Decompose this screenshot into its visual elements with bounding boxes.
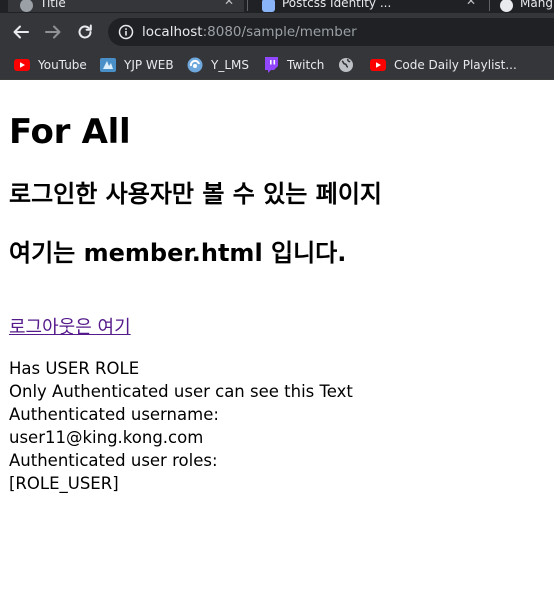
roles-label: Authenticated user roles: bbox=[9, 451, 218, 470]
bookmark-label: Y_LMS bbox=[211, 58, 249, 72]
globe-icon bbox=[338, 57, 354, 73]
site-info-icon[interactable] bbox=[118, 24, 134, 44]
tab-active[interactable]: Title ✕ bbox=[8, 0, 244, 12]
page-favicon-icon bbox=[500, 0, 513, 12]
bookmark-twitch[interactable]: Twitch bbox=[263, 56, 324, 74]
forward-button[interactable] bbox=[41, 21, 65, 43]
page-subheading-login-only: 로그인한 사용자만 볼 수 있는 페이지 bbox=[9, 180, 382, 208]
page-favicon-icon bbox=[262, 0, 275, 12]
authenticated-only-text: Only Authenticated user can see this Tex… bbox=[9, 382, 353, 401]
page-subheading-member: 여기는 member.html 입니다. bbox=[9, 239, 347, 267]
twitch-icon bbox=[263, 57, 279, 73]
role-text: Has USER ROLE bbox=[9, 359, 140, 378]
bookmark-label: YouTube bbox=[38, 58, 87, 72]
logout-link[interactable]: 로그아웃은 여기 bbox=[9, 313, 131, 339]
tab-inactive[interactable]: Mang bbox=[496, 0, 554, 12]
tab-title: Postcss Identity ... bbox=[282, 0, 392, 10]
url-text[interactable]: localhost:8080/sample/member bbox=[142, 24, 357, 40]
username-label: Authenticated username: bbox=[9, 405, 219, 424]
tab-inactive[interactable]: Postcss Identity ... ✕ bbox=[250, 0, 486, 12]
bookmark-label: YJP WEB bbox=[124, 58, 174, 72]
youtube-icon bbox=[14, 57, 30, 73]
lms-icon bbox=[187, 57, 203, 73]
tab-separator bbox=[489, 0, 490, 11]
bookmark-yjp-web[interactable]: YJP WEB bbox=[100, 56, 174, 74]
bookmark-code-daily[interactable]: Code Daily Playlist... bbox=[370, 56, 517, 74]
bookmark-globe[interactable] bbox=[338, 56, 362, 74]
url-path: :8080/sample/member bbox=[202, 24, 357, 40]
youtube-icon bbox=[370, 57, 386, 73]
page-content: For All 로그인한 사용자만 볼 수 있는 페이지 여기는 member.… bbox=[0, 81, 554, 590]
forward-arrow-icon bbox=[45, 25, 61, 39]
bookmark-y-lms[interactable]: Y_LMS bbox=[187, 56, 249, 74]
page-title: For All bbox=[9, 112, 131, 152]
reload-button[interactable] bbox=[73, 21, 97, 43]
tab-title: Mang bbox=[520, 0, 553, 10]
bookmark-youtube[interactable]: YouTube bbox=[14, 56, 87, 74]
username-value: user11@king.kong.com bbox=[9, 428, 204, 447]
tab-close-icon[interactable]: ✕ bbox=[466, 0, 476, 8]
reload-icon bbox=[78, 24, 92, 39]
url-host: localhost bbox=[142, 24, 203, 40]
tab-title: Title bbox=[40, 0, 66, 10]
auth-info-block: Has USER ROLE Only Authenticated user ca… bbox=[9, 357, 353, 495]
back-arrow-icon bbox=[13, 25, 29, 39]
tab-separator bbox=[247, 0, 248, 11]
roles-value: [ROLE_USER] bbox=[9, 474, 119, 493]
bookmark-label: Code Daily Playlist... bbox=[394, 58, 517, 72]
bookmark-label: Twitch bbox=[287, 58, 325, 72]
address-bar[interactable]: localhost:8080/sample/member bbox=[108, 18, 554, 46]
bookmarks-bar: YouTube YJP WEB Y_LMS Twitch Code Daily … bbox=[0, 50, 554, 80]
back-button[interactable] bbox=[9, 21, 33, 43]
browser-toolbar: localhost:8080/sample/member bbox=[0, 13, 554, 50]
tab-strip: Title ✕ Postcss Identity ... ✕ Mang bbox=[0, 0, 554, 13]
page-favicon-icon bbox=[20, 0, 33, 12]
tab-close-icon[interactable]: ✕ bbox=[224, 0, 234, 8]
yjp-icon bbox=[100, 57, 116, 73]
